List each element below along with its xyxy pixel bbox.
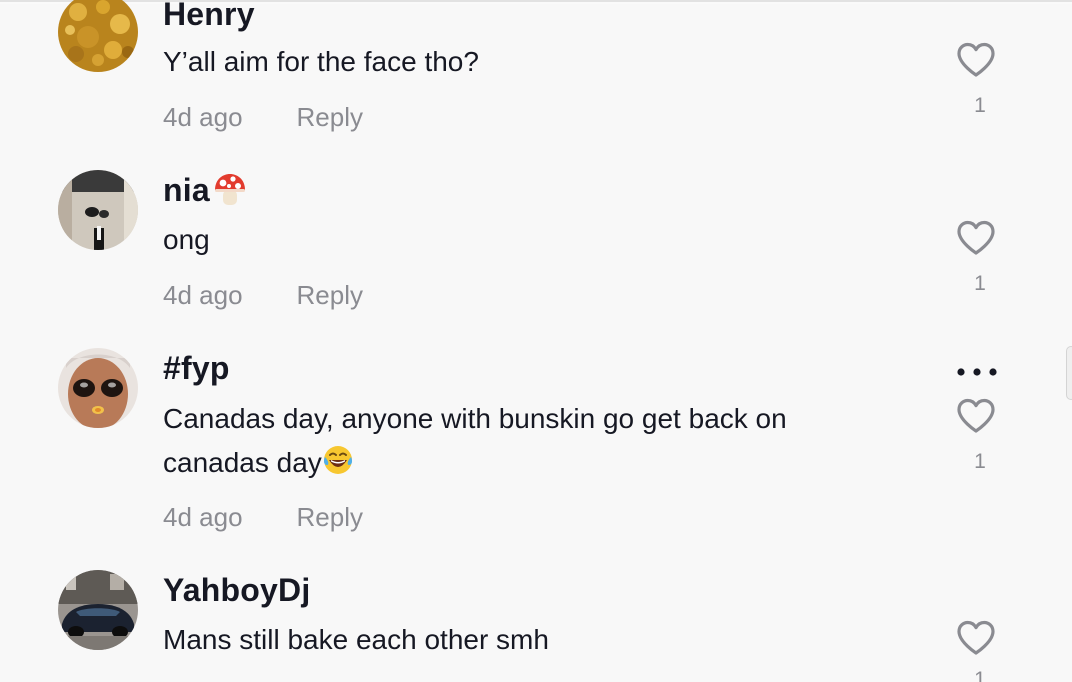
reply-button[interactable]: Reply [297, 102, 363, 132]
comment-text: ong [163, 224, 210, 255]
comment-time: 4d ago [163, 502, 243, 532]
mushroom-emoji-icon [212, 172, 248, 216]
reply-button[interactable]: Reply [297, 280, 363, 310]
comment-username[interactable]: YahboyDj [163, 572, 310, 609]
like-count: 1 [974, 450, 986, 473]
comment-text: Y’all aim for the face tho? [163, 46, 479, 77]
avatar[interactable] [58, 348, 138, 428]
comment-username[interactable]: #fyp [163, 350, 230, 387]
avatar[interactable] [58, 570, 138, 650]
top-divider [0, 0, 1072, 4]
comment-meta: 4d ago Reply [163, 102, 363, 133]
comment-meta: 4d ago Reply [163, 280, 363, 311]
username-text: nia [163, 172, 210, 208]
heart-icon[interactable] [956, 42, 996, 78]
reply-button[interactable]: Reply [297, 502, 363, 532]
comment-text: Canadas day, anyone with bunskin go get … [163, 397, 923, 489]
comment-text-fragment: canadas day [163, 447, 322, 478]
laughing-tears-emoji-icon [322, 444, 354, 489]
heart-icon[interactable] [956, 398, 996, 434]
like-count: 1 [974, 668, 986, 682]
avatar[interactable] [58, 0, 138, 72]
heart-icon[interactable] [956, 620, 996, 656]
comment-text-line: Canadas day, anyone with bunskin go get … [163, 403, 787, 434]
comment-username[interactable]: nia [163, 172, 248, 216]
comment-meta: 4d ago Reply [163, 502, 363, 533]
avatar[interactable] [58, 170, 138, 250]
like-count: 1 [974, 94, 986, 117]
comment-time: 4d ago [163, 280, 243, 310]
scrollbar-handle[interactable] [1066, 346, 1072, 400]
more-options-icon[interactable] [954, 365, 1000, 379]
like-count: 1 [974, 272, 986, 295]
comment-username[interactable]: Henry [163, 0, 255, 33]
heart-icon[interactable] [956, 220, 996, 256]
comment-text: Mans still bake each other smh [163, 624, 549, 655]
comment-time: 4d ago [163, 102, 243, 132]
comment-text-line: canadas day [163, 441, 923, 489]
